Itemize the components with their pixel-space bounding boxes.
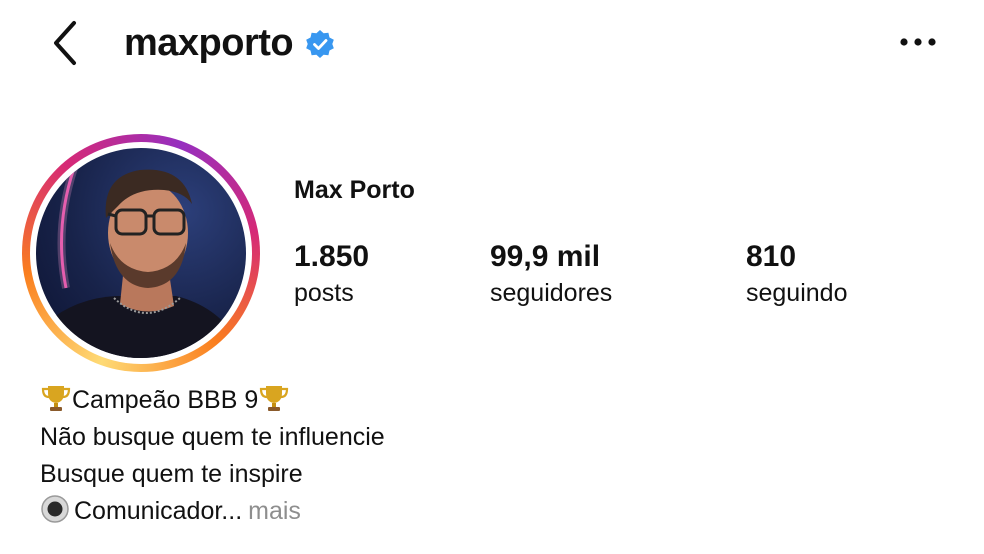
bio-line4-text: Comunicador...: [74, 497, 243, 525]
stat-following-label: seguindo: [746, 279, 848, 307]
header-title: maxporto: [124, 18, 335, 68]
more-options-button[interactable]: [896, 24, 940, 60]
back-button[interactable]: [44, 18, 88, 68]
avatar-story-ring[interactable]: [22, 134, 260, 372]
avatar-portrait-image: [36, 166, 246, 358]
trophy-icon: [41, 386, 71, 411]
stat-followers-value: 99,9 mil: [490, 240, 601, 273]
avatar[interactable]: [36, 148, 246, 358]
bio-line1-text: Campeão BBB 9: [72, 386, 259, 414]
verified-badge-icon: [306, 30, 334, 58]
full-name: Max Porto: [294, 176, 415, 204]
username: maxporto: [124, 21, 294, 64]
stat-following[interactable]: 810 seguindo: [746, 238, 847, 310]
bio-line3: Busque quem te inspire: [40, 460, 303, 488]
stat-posts-label: posts: [294, 279, 354, 307]
profile-page: maxporto Max Porto 1.850 posts 99,9 mil …: [0, 0, 984, 554]
stat-following-value: 810: [746, 240, 797, 273]
more-horizontal-icon: [900, 38, 936, 46]
stat-posts[interactable]: 1.850 posts: [294, 238, 369, 310]
bio-line4: Comunicador... mais: [40, 493, 385, 530]
bio: Campeão BBB 9 Não busque quem te influen…: [40, 382, 385, 530]
radio-circle-icon: [41, 495, 69, 523]
bio-line: Campeão BBB 9: [40, 382, 385, 419]
chevron-left-icon: [54, 21, 76, 65]
trophy-icon: [260, 386, 289, 411]
stat-posts-value: 1.850: [294, 240, 370, 273]
stat-followers-label: seguidores: [490, 279, 613, 307]
bio-line2: Não busque quem te influencie: [40, 423, 385, 451]
stat-followers[interactable]: 99,9 mil seguidores: [490, 238, 612, 310]
bio-more-link[interactable]: mais: [248, 497, 301, 525]
